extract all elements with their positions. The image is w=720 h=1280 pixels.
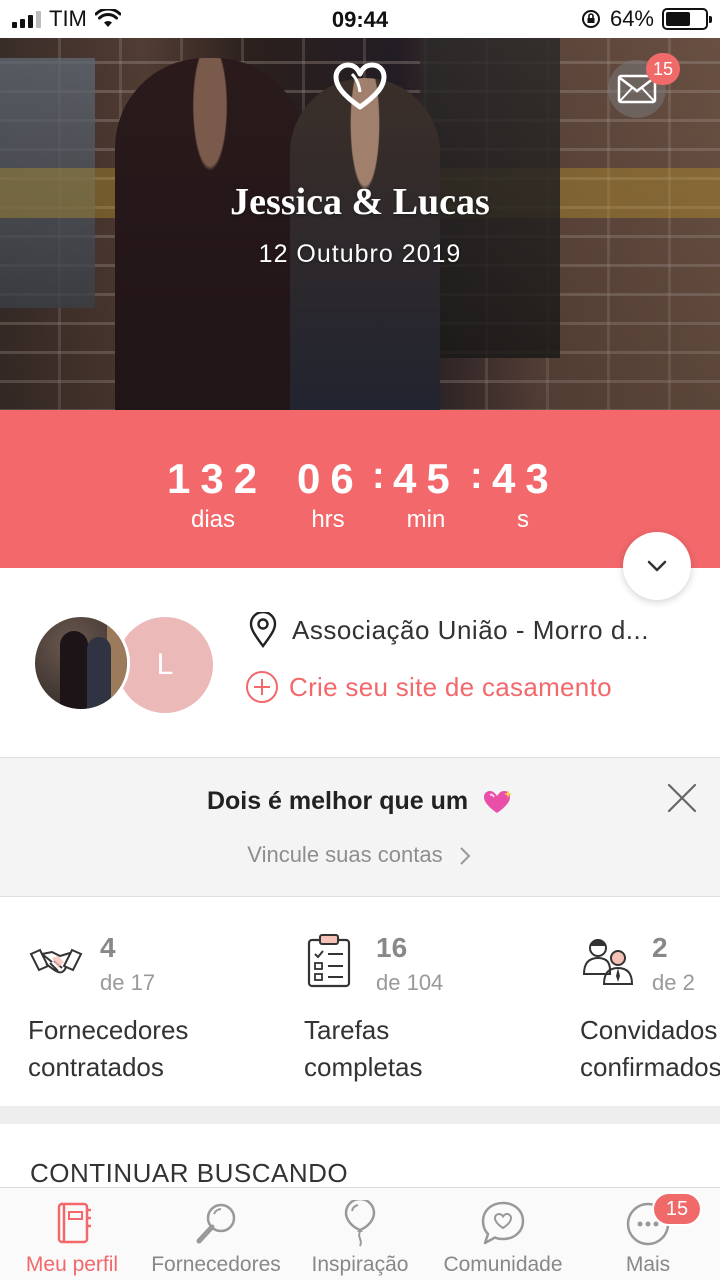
stat-label-line: confirmados [580,1052,720,1082]
countdown-seconds: 43 [492,455,559,502]
chevron-right-icon [459,847,471,865]
countdown-separator: : [470,455,483,497]
link-accounts-banner [0,757,720,897]
countdown-wave [0,411,720,434]
banner-title: Dois é melhor que um [0,787,720,816]
stat-guests-total: de 2 [652,970,695,995]
countdown-minutes: 45 [393,455,460,502]
stat-label-line: Tarefas [304,1015,390,1045]
heart-icon [333,62,387,110]
nav-label: Mais [625,1253,671,1276]
venue-name: Associação União - Morro d... [292,614,649,645]
orientation-lock-icon [581,10,600,28]
magnifier-icon [196,1203,236,1244]
stat-label-line: Fornecedores [28,1015,189,1045]
more-badge: 15 [652,1192,702,1226]
guests-icon [582,939,634,985]
couple-avatar[interactable] [32,614,130,712]
balloon-icon [344,1200,376,1247]
bottom-nav: Meu perfil Fornecedores Inspiração Comun… [0,1187,720,1280]
continue-searching-heading: CONTINUAR BUSCANDO [30,1158,349,1188]
notebook-icon [57,1202,91,1244]
stat-guests-label: Convidados confirmados [580,1012,720,1086]
chevron-down-icon [647,560,667,572]
location-pin-icon [249,612,277,648]
partner-avatar[interactable]: L [117,617,213,713]
plus-circle-icon [246,671,278,703]
countdown-days: 132 [167,455,268,502]
nav-fornecedores[interactable]: Fornecedores [146,1188,286,1280]
nav-inspiracao[interactable]: Inspiração [300,1188,420,1280]
countdown-seconds-label: s [517,506,529,533]
link-accounts-label: Vincule suas contas [247,842,443,867]
stat-tasks-value: 16 [376,932,408,963]
create-site-link[interactable]: Crie seu site de casamento [245,670,612,704]
countdown-minutes-label: min [406,506,446,533]
stat-label-line: contratados [28,1052,164,1082]
close-icon[interactable] [664,780,700,816]
stat-label-line: Convidados [580,1015,718,1045]
countdown-hours-label: hrs [311,506,345,533]
chat-heart-icon [481,1201,525,1245]
wedding-date: 12 Outubro 2019 [258,240,462,268]
nav-label: Meu perfil [25,1253,119,1276]
countdown-hours: 06 [297,455,364,502]
clipboard-checklist-icon [307,934,351,988]
stat-label-line: completas [304,1052,423,1082]
battery-icon [662,8,712,30]
status-bar: TIM 09:44 64% [0,0,720,38]
couple-names: Jessica & Lucas [230,181,490,223]
venue-row[interactable]: Associação União - Morro d... [248,612,649,648]
stat-tasks-label: Tarefas completas [304,1012,423,1086]
stat-vendors-total: de 17 [100,970,156,995]
nav-label: Comunidade [443,1253,563,1276]
banner-title-text: Dois é melhor que um [206,787,469,815]
expand-toggle-button[interactable] [623,532,691,600]
battery-percent: 64% [609,6,654,31]
countdown-separator: : [372,455,385,497]
nav-label: Fornecedores [151,1253,281,1276]
create-site-label: Crie seu site de casamento [289,671,612,702]
countdown-days-label: dias [190,506,236,533]
sparkling-heart-icon [484,790,513,814]
messages-badge: 15 [646,53,680,85]
nav-meu-perfil[interactable]: Meu perfil [10,1188,134,1280]
stat-tasks-total: de 104 [376,970,444,995]
stat-vendors-label: Fornecedores contratados [28,1012,188,1086]
section-divider [0,1106,720,1124]
nav-comunidade[interactable]: Comunidade [436,1188,570,1280]
nav-label: Inspiração [311,1253,409,1276]
stat-guests-value: 2 [652,932,668,963]
handshake-icon [29,948,83,974]
stat-vendors-value: 4 [100,932,116,963]
link-accounts-button[interactable]: Vincule suas contas [0,842,720,868]
